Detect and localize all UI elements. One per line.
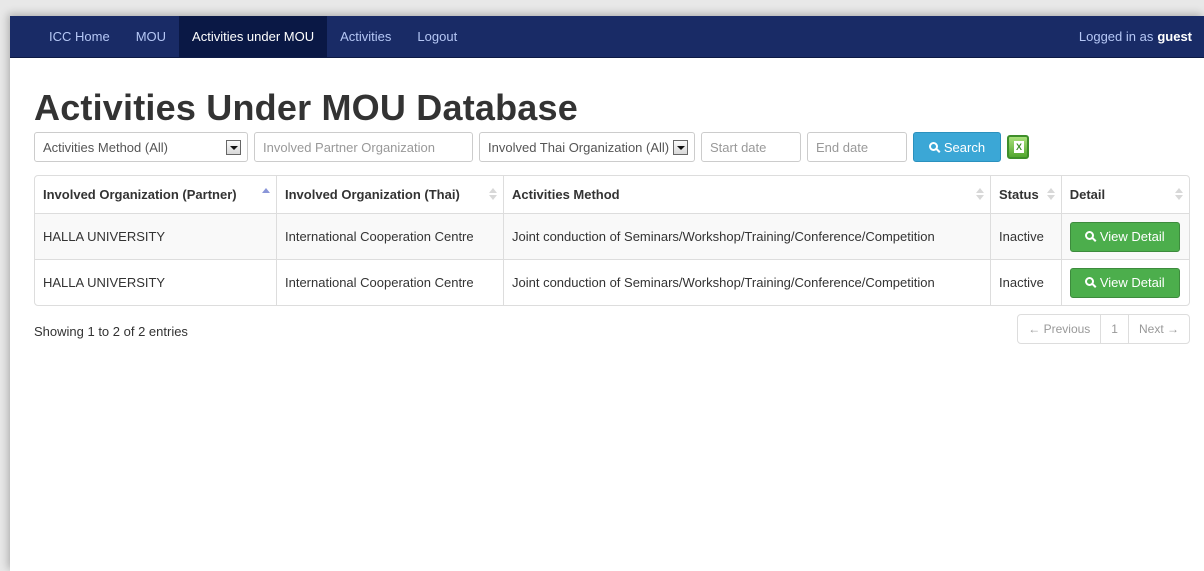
column-header-thai[interactable]: Involved Organization (Thai) [276,176,503,213]
view-detail-label: View Detail [1099,229,1165,244]
activities-method-select-value: Activities Method (All) [43,139,168,155]
nav-item-icc-home[interactable]: ICC Home [36,16,123,57]
thai-organization-select-value: Involved Thai Organization (All) [488,139,670,155]
view-detail-label: View Detail [1099,275,1165,290]
column-header-partner[interactable]: Involved Organization (Partner) [35,176,276,213]
sort-icon [489,188,497,201]
nav-item-activities-under-mou[interactable]: Activities under MOU [179,16,328,57]
filter-bar: Activities Method (All) Involved Partner… [34,132,1204,162]
previous-page-button[interactable]: ← Previous [1018,315,1100,343]
activities-table: Involved Organization (Partner) Involved… [34,175,1190,306]
dropdown-arrow-icon[interactable] [673,140,688,155]
navbar: ICC Home MOU Activities under MOU Activi… [10,16,1204,58]
cell-method: Joint conduction of Seminars/Workshop/Tr… [503,213,990,259]
column-header-label: Involved Organization (Thai) [285,187,460,202]
nav-list: ICC Home MOU Activities under MOU Activi… [36,16,470,57]
entries-info: Showing 1 to 2 of 2 entries [34,324,188,339]
search-icon [1084,231,1094,240]
table-row: HALLA UNIVERSITY International Cooperati… [35,259,1189,305]
browser-window: ICC Home MOU Activities under MOU Activi… [10,16,1204,571]
logged-in-status: Logged in as guest [1079,16,1192,57]
pagination: ← Previous 1 Next → [1017,314,1190,344]
page-number-button[interactable]: 1 [1100,315,1128,343]
next-page-button[interactable]: Next → [1127,315,1189,343]
cell-thai: International Cooperation Centre [276,213,503,259]
search-button-label: Search [943,139,986,155]
sort-icon [976,188,984,201]
logged-in-prefix: Logged in as [1078,29,1154,44]
cell-detail: View Detail [1060,259,1189,305]
logged-in-user: guest [1157,29,1192,44]
search-icon [928,141,938,151]
cell-thai: International Cooperation Centre [276,259,503,305]
cell-partner: HALLA UNIVERSITY [35,213,276,259]
cell-partner: HALLA UNIVERSITY [35,259,276,305]
main-content: Activities Under MOU Database Activities… [10,88,1204,344]
end-date-input[interactable]: End date [807,132,907,162]
sort-icon [1175,188,1183,201]
nav-item-logout[interactable]: Logout [404,16,470,57]
cell-detail: View Detail [1060,213,1189,259]
sort-icon [1046,188,1055,201]
column-header-method[interactable]: Activities Method [503,176,990,213]
column-header-detail[interactable]: Detail [1060,176,1189,213]
thai-organization-select[interactable]: Involved Thai Organization (All) [479,132,695,162]
sort-asc-icon [262,188,270,201]
cell-status: Inactive [990,213,1061,259]
cell-method: Joint conduction of Seminars/Workshop/Tr… [503,259,990,305]
view-detail-button[interactable]: View Detail [1069,267,1180,298]
search-icon [1084,277,1094,286]
search-button[interactable]: Search [913,132,1001,162]
cell-status: Inactive [990,259,1061,305]
column-header-label: Involved Organization (Partner) [43,187,237,202]
column-header-label: Status [999,187,1039,202]
column-header-status[interactable]: Status [990,176,1061,213]
partner-organization-input[interactable]: Involved Partner Organization [254,132,473,162]
column-header-label: Detail [1069,187,1106,202]
table-footer: Showing 1 to 2 of 2 entries ← Previous 1… [34,314,1190,344]
page-title: Activities Under MOU Database [34,87,578,128]
start-date-input[interactable]: Start date [701,132,801,162]
table-row: HALLA UNIVERSITY International Cooperati… [35,213,1189,259]
column-header-label: Activities Method [512,187,620,202]
excel-export-icon[interactable] [1007,135,1029,159]
activities-method-select[interactable]: Activities Method (All) [34,132,248,162]
view-detail-button[interactable]: View Detail [1069,221,1180,252]
dropdown-arrow-icon[interactable] [226,140,241,155]
table-header-row: Involved Organization (Partner) Involved… [35,176,1189,213]
nav-item-activities[interactable]: Activities [327,16,404,57]
nav-item-mou[interactable]: MOU [123,16,179,57]
